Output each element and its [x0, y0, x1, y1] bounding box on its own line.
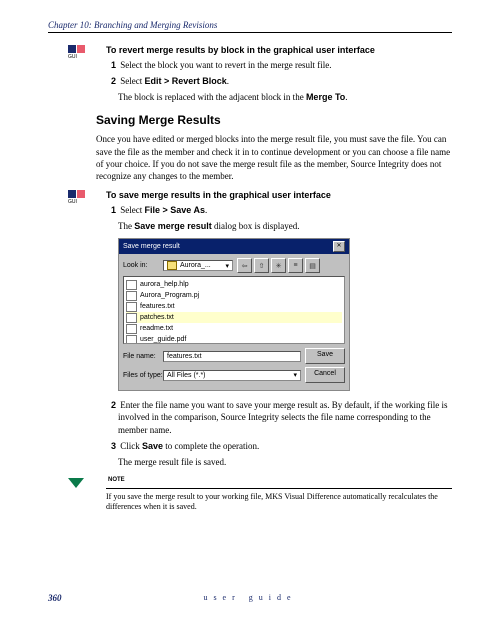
step: 1 Select the block you want to revert in… — [106, 59, 452, 71]
filetype-label: Files of type: — [123, 372, 163, 379]
filename-input[interactable]: features.txt — [163, 351, 301, 362]
result-text: The block is replaced with the adjacent … — [118, 91, 452, 103]
chapter-header: Chapter 10: Branching and Merging Revisi… — [48, 20, 452, 33]
list-item[interactable]: features.txt — [126, 301, 342, 312]
close-button[interactable]: ✕ — [333, 241, 345, 252]
save-button[interactable]: Save — [305, 348, 345, 364]
newfolder-button[interactable]: ✳ — [271, 258, 286, 273]
list-item[interactable]: patches.txt — [126, 312, 342, 323]
filetype-dropdown[interactable]: All Files (*.*)▾ — [163, 370, 301, 381]
file-icon — [126, 280, 137, 290]
list-item[interactable]: user_guide.pdf — [126, 334, 342, 344]
lookin-dropdown[interactable]: Aurora_...▾ — [163, 260, 233, 271]
paragraph: Once you have edited or merged blocks in… — [96, 133, 452, 182]
list-item[interactable]: Aurora_Program.pj — [126, 290, 342, 301]
file-icon — [126, 335, 137, 345]
gui-icon: GUI — [68, 190, 88, 205]
note-text: If you save the merge result to your wor… — [106, 488, 452, 513]
list-view-button[interactable]: ≡ — [288, 258, 303, 273]
lookin-label: Look in: — [123, 262, 163, 269]
step: 2 Select Edit > Revert Block. — [106, 75, 452, 87]
list-item[interactable]: readme.txt — [126, 323, 342, 334]
save-dialog: Save merge result ✕ Look in: Aurora_...▾… — [118, 238, 350, 391]
list-item[interactable]: aurora_help.hlp — [126, 279, 342, 290]
file-list[interactable]: aurora_help.hlp Aurora_Program.pj featur… — [123, 276, 345, 344]
cancel-button[interactable]: Cancel — [305, 367, 345, 383]
footer-text: user guide — [48, 593, 452, 602]
file-icon — [126, 313, 137, 323]
details-view-button[interactable]: ▤ — [305, 258, 320, 273]
step: 2 Enter the file name you want to save y… — [106, 399, 452, 435]
filename-label: File name: — [123, 353, 163, 360]
save-heading: To save merge results in the graphical u… — [106, 190, 452, 200]
result-text: The merge result file is saved. — [118, 456, 452, 468]
back-button[interactable]: ⇦ — [237, 258, 252, 273]
step: 3 Click Save to complete the operation. — [106, 440, 452, 452]
gui-icon: GUI — [68, 45, 88, 60]
folder-icon — [167, 261, 177, 270]
result-text: The Save merge result dialog box is disp… — [118, 220, 452, 232]
up-button[interactable]: ⇧ — [254, 258, 269, 273]
dialog-title-text: Save merge result — [123, 243, 180, 250]
file-icon — [126, 291, 137, 301]
file-icon — [126, 302, 137, 312]
step: 1 Select File > Save As. — [106, 204, 452, 216]
revert-heading: To revert merge results by block in the … — [106, 45, 452, 55]
note-icon — [68, 478, 84, 490]
section-heading: Saving Merge Results — [96, 113, 452, 127]
note-label: NOTE — [108, 477, 125, 483]
dialog-titlebar: Save merge result ✕ — [119, 239, 349, 254]
file-icon — [126, 324, 137, 334]
